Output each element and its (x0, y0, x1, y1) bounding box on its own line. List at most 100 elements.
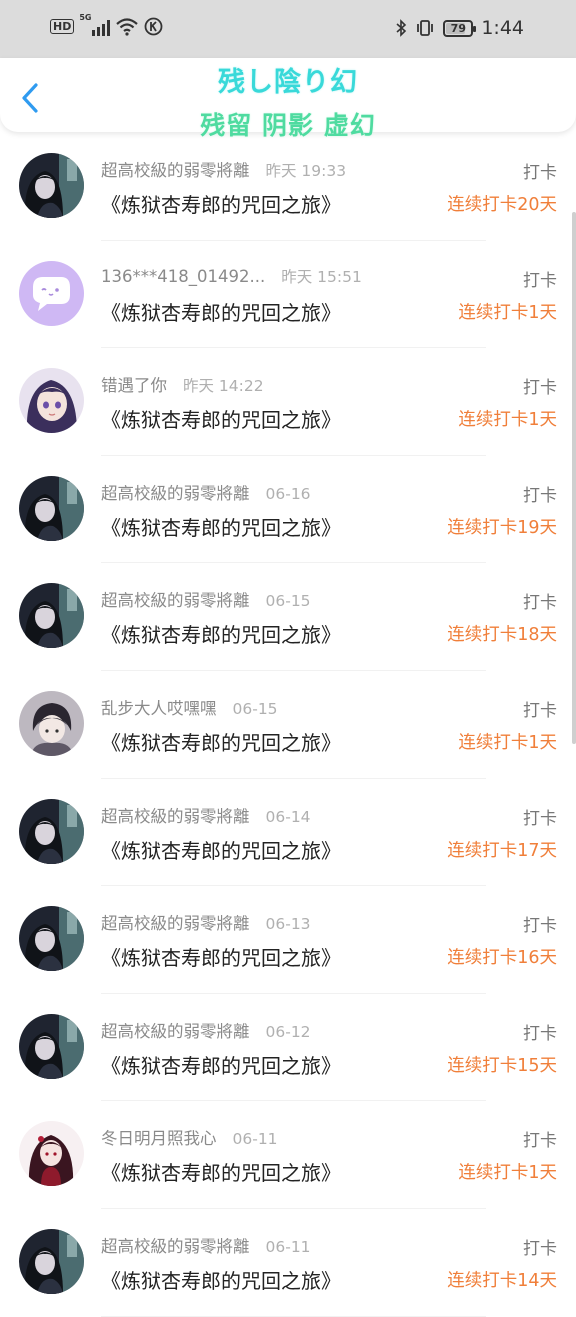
activity-type: 打卡 (523, 378, 557, 399)
activity-type: 打卡 (523, 593, 557, 614)
book-title[interactable]: 《炼狱杏寿郎的咒回之旅》 (101, 619, 341, 648)
book-title[interactable]: 《炼狱杏寿郎的咒回之旅》 (101, 404, 341, 433)
scrollbar[interactable] (572, 212, 576, 744)
streak-count: 连续打卡1天 (458, 732, 557, 753)
timestamp: 06-15 (265, 592, 311, 611)
streak-count: 连续打卡1天 (458, 410, 557, 431)
list-item[interactable]: 136***418_01492... 昨天 15:51 《炼狱杏寿郎的咒回之旅》 打卡… (0, 241, 576, 349)
activity-type: 打卡 (523, 700, 557, 721)
battery-level: 79 (450, 21, 466, 35)
book-title[interactable]: 《炼狱杏寿郎的咒回之旅》 (101, 512, 341, 541)
username[interactable]: 超高校級的弱零將離 (101, 1233, 250, 1257)
user-line: 超高校級的弱零將離 06-12 (101, 1018, 311, 1042)
avatar[interactable] (19, 1121, 84, 1187)
username[interactable]: 超高校級的弱零將離 (101, 587, 250, 611)
list-item[interactable]: 超高校級的弱零將離 06-12 《炼狱杏寿郎的咒回之旅》 打卡连续打卡15天 (0, 994, 576, 1102)
avatar[interactable] (19, 798, 84, 864)
list-item[interactable]: 超高校級的弱零將離 06-16 《炼狱杏寿郎的咒回之旅》 打卡连续打卡19天 (0, 456, 576, 564)
username[interactable]: 超高校級的弱零將離 (101, 1018, 250, 1042)
list-item[interactable]: 超高校級的弱零將離 昨天 19:33 《炼狱杏寿郎的咒回之旅》 打卡 连续打卡20天 (0, 133, 576, 241)
username[interactable]: 冬日明月照我心 (101, 1125, 217, 1149)
activity-type: 打卡 (523, 808, 557, 829)
username[interactable]: 超高校級的弱零將離 (101, 157, 250, 181)
timestamp: 06-16 (265, 484, 311, 503)
streak-count: 连续打卡17天 (447, 840, 557, 861)
timestamp: 06-15 (232, 699, 278, 718)
avatar[interactable] (19, 475, 84, 541)
avatar[interactable] (19, 1013, 84, 1079)
book-title[interactable]: 《炼狱杏寿郎的咒回之旅》 (101, 727, 341, 756)
timestamp: 昨天 14:22 (183, 377, 264, 396)
streak-count: 连续打卡18天 (447, 625, 557, 646)
book-title[interactable]: 《炼狱杏寿郎的咒回之旅》 (101, 942, 341, 971)
list-item[interactable]: 超高校級的弱零將離 06-11 《炼狱杏寿郎的咒回之旅》 打卡连续打卡14天 (0, 1209, 576, 1317)
streak-count: 连续打卡16天 (447, 948, 557, 969)
signal-icon: 5G (79, 13, 111, 36)
user-line: 超高校級的弱零將離 06-13 (101, 910, 311, 934)
user-line: 超高校級的弱零將離 06-15 (101, 587, 311, 611)
list-item[interactable]: 超高校級的弱零將離 06-15 《炼狱杏寿郎的咒回之旅》 打卡连续打卡18天 (0, 563, 576, 671)
user-line: 乱步大人哎嘿嘿 06-15 (101, 695, 278, 719)
user-line: 超高校級的弱零將離 06-14 (101, 803, 311, 827)
book-title[interactable]: 《炼狱杏寿郎的咒回之旅》 (101, 1157, 341, 1186)
avatar[interactable] (19, 583, 84, 649)
avatar[interactable] (19, 906, 84, 972)
username[interactable]: 超高校級的弱零將離 (101, 910, 250, 934)
list-item[interactable]: 乱步大人哎嘿嘿 06-15 《炼狱杏寿郎的咒回之旅》 打卡连续打卡1天 (0, 671, 576, 779)
avatar[interactable] (19, 1228, 84, 1294)
bluetooth-icon (396, 19, 407, 37)
username[interactable]: 超高校級的弱零將離 (101, 803, 250, 827)
activity-type: 打卡 (523, 1238, 557, 1259)
timestamp: 06-11 (265, 1237, 311, 1256)
book-title[interactable]: 《炼狱杏寿郎的咒回之旅》 (101, 1265, 341, 1294)
checkin-list: 超高校級的弱零將離 昨天 19:33 《炼狱杏寿郎的咒回之旅》 打卡 连续打卡20天 13… (0, 133, 576, 1317)
activity-type: 打卡 (523, 163, 557, 183)
network-type-label: 5G (79, 12, 92, 22)
streak-count: 连续打卡1天 (458, 1163, 557, 1184)
activity-type: 打卡 (523, 270, 557, 291)
username[interactable]: 超高校級的弱零將離 (101, 480, 250, 504)
streak-count: 连续打卡14天 (447, 1270, 557, 1291)
streak-count: 连续打卡19天 (447, 517, 557, 538)
streak-count: 连续打卡1天 (458, 302, 557, 323)
avatar[interactable] (19, 690, 84, 756)
book-title[interactable]: 《炼狱杏寿郎的咒回之旅》 (101, 1050, 341, 1079)
list-item[interactable]: 错遇了你 昨天 14:22 《炼狱杏寿郎的咒回之旅》 打卡连续打卡1天 (0, 348, 576, 456)
timestamp: 昨天 19:33 (265, 162, 347, 180)
user-line: 超高校級的弱零將離 06-11 (101, 1233, 311, 1257)
user-line: 冬日明月照我心 06-11 (101, 1125, 278, 1149)
divider (101, 1315, 486, 1317)
wifi-icon (116, 17, 139, 36)
avatar[interactable] (19, 153, 84, 218)
timestamp: 06-13 (265, 915, 311, 934)
book-title[interactable]: 《炼狱杏寿郎的咒回之旅》 (101, 835, 341, 864)
book-title[interactable]: 《炼狱杏寿郎的咒回之旅》 (101, 297, 341, 326)
clock: 1:44 (481, 17, 524, 39)
book-title[interactable]: 《炼狱杏寿郎的咒回之旅》 (101, 189, 341, 218)
timestamp: 06-12 (265, 1022, 311, 1041)
header: 残し陰り幻 残留 阴影 虚幻 (0, 58, 576, 140)
timestamp: 06-14 (265, 807, 311, 826)
list-item[interactable]: 冬日明月照我心 06-11 《炼狱杏寿郎的咒回之旅》 打卡 连续打卡1天 (0, 1101, 576, 1209)
streak-count: 连续打卡15天 (447, 1055, 557, 1076)
list-item[interactable]: 超高校級的弱零將離 06-14 《炼狱杏寿郎的咒回之旅》 打卡连续打卡17天 (0, 779, 576, 887)
timestamp: 昨天 15:51 (281, 267, 362, 286)
user-line: 错遇了你 昨天 14:22 (101, 372, 264, 396)
avatar[interactable] (19, 368, 84, 434)
page-title: 残し陰り幻 (218, 67, 358, 98)
avatar[interactable] (19, 260, 84, 326)
user-line: 136***418_01492... 昨天 15:51 (101, 265, 362, 287)
username[interactable]: 错遇了你 (101, 372, 167, 396)
timestamp: 06-11 (232, 1130, 278, 1149)
activity-type: 打卡 (523, 485, 557, 506)
user-line: 超高校級的弱零將離 昨天 19:33 (101, 157, 346, 181)
list-item[interactable]: 超高校級的弱零將離 06-13 《炼狱杏寿郎的咒回之旅》 打卡连续打卡16天 (0, 886, 576, 994)
battery-indicator: 79 (443, 19, 477, 37)
vibrate-icon (417, 20, 434, 36)
activity-type: 打卡 (523, 916, 557, 937)
status-right: 79 1:44 (395, 17, 524, 39)
status-bar: HD 5G 79 1:44 (0, 0, 576, 58)
activity-type: 打卡 (523, 1023, 557, 1044)
username[interactable]: 136***418_01492... (101, 267, 265, 286)
username[interactable]: 乱步大人哎嘿嘿 (101, 695, 217, 719)
